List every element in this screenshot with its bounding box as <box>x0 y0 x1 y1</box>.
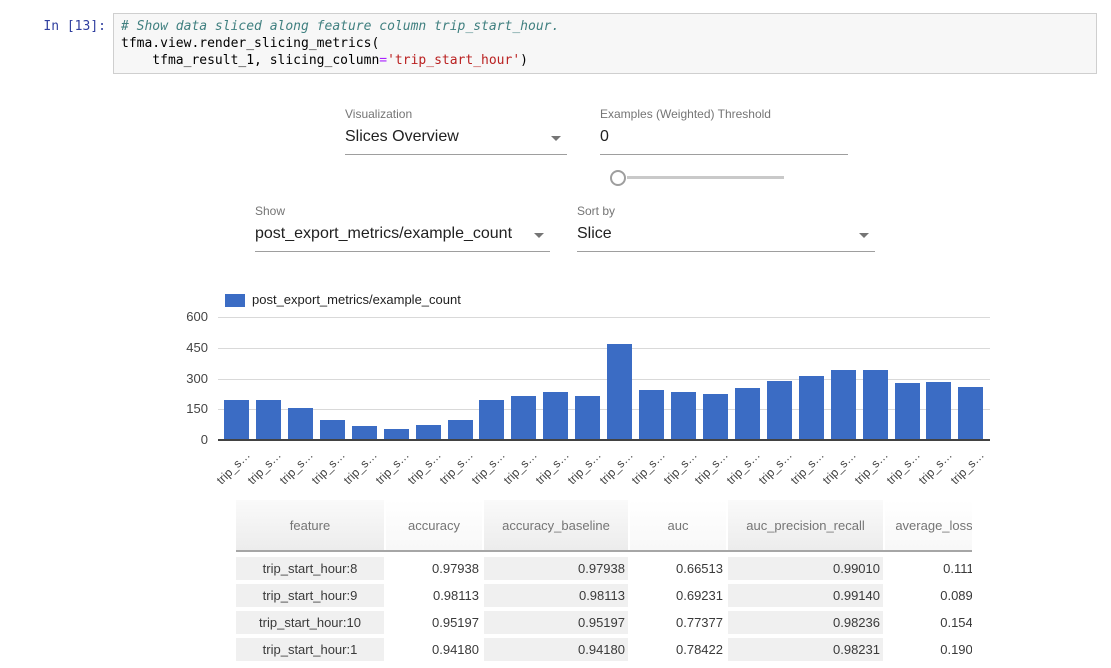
bar[interactable] <box>639 390 664 439</box>
bar[interactable] <box>288 408 313 439</box>
metric-cell: 0.66513 <box>630 557 726 580</box>
y-tick-label: 600 <box>158 309 208 324</box>
table-row: trip_start_hour:90.981130.981130.692310.… <box>236 584 972 607</box>
bar[interactable] <box>511 396 536 439</box>
bar[interactable] <box>926 382 951 439</box>
bar[interactable] <box>320 420 345 439</box>
bar[interactable] <box>416 425 441 439</box>
metric-cell: 0.1541 <box>885 611 972 634</box>
table-header-cell[interactable]: accuracy <box>386 500 482 550</box>
bar[interactable] <box>384 429 409 439</box>
metric-cell: 0.98113 <box>484 584 628 607</box>
bar[interactable] <box>352 426 377 439</box>
metric-cell: 0.98113 <box>386 584 482 607</box>
bar[interactable] <box>735 388 760 439</box>
metrics-table: featureaccuracyaccuracy_baselineaucauc_p… <box>236 500 972 668</box>
bar[interactable] <box>799 376 824 439</box>
y-tick-label: 450 <box>158 340 208 355</box>
table-header-cell[interactable]: average_loss <box>885 500 972 550</box>
metric-cell: 0.94180 <box>386 638 482 661</box>
legend-label: post_export_metrics/example_count <box>252 292 461 307</box>
table-row: trip_start_hour:10.941800.941800.784220.… <box>236 638 972 661</box>
slices-overview-chart: post_export_metrics/example_count 0 150 30… <box>0 0 1111 500</box>
bar[interactable] <box>256 400 281 439</box>
table-row: trip_start_hour:80.979380.979380.665130.… <box>236 557 972 580</box>
gridline <box>218 348 990 349</box>
feature-cell: trip_start_hour:10 <box>236 611 384 634</box>
legend-swatch <box>225 294 245 307</box>
bar[interactable] <box>863 370 888 439</box>
bar[interactable] <box>448 420 473 439</box>
feature-cell: trip_start_hour:1 <box>236 638 384 661</box>
bar[interactable] <box>703 394 728 439</box>
gridline <box>218 317 990 318</box>
metric-cell: 0.0892 <box>885 584 972 607</box>
bar[interactable] <box>607 344 632 439</box>
bar[interactable] <box>671 392 696 439</box>
bar[interactable] <box>958 387 983 439</box>
table-header-cell[interactable]: feature <box>236 500 384 550</box>
table-header-cell[interactable]: accuracy_baseline <box>484 500 628 550</box>
metric-cell: 0.1901 <box>885 638 972 661</box>
y-tick-label: 150 <box>158 401 208 416</box>
bar[interactable] <box>479 400 504 439</box>
metric-cell: 0.69231 <box>630 584 726 607</box>
y-tick-label: 300 <box>158 371 208 386</box>
bar[interactable] <box>575 396 600 439</box>
table-header-row: featureaccuracyaccuracy_baselineaucauc_p… <box>236 500 972 552</box>
metric-cell: 0.97938 <box>484 557 628 580</box>
x-axis-line <box>218 439 990 441</box>
metric-cell: 0.1111 <box>885 557 972 580</box>
metric-cell: 0.94180 <box>484 638 628 661</box>
metric-cell: 0.99010 <box>728 557 883 580</box>
metric-cell: 0.95197 <box>386 611 482 634</box>
bar[interactable] <box>831 370 856 439</box>
metric-cell: 0.78422 <box>630 638 726 661</box>
metric-cell: 0.99140 <box>728 584 883 607</box>
metric-cell: 0.98231 <box>728 638 883 661</box>
table-header-cell[interactable]: auc_precision_recall <box>728 500 883 550</box>
feature-cell: trip_start_hour:9 <box>236 584 384 607</box>
bar[interactable] <box>543 392 568 439</box>
bar[interactable] <box>767 381 792 439</box>
metric-cell: 0.95197 <box>484 611 628 634</box>
feature-cell: trip_start_hour:8 <box>236 557 384 580</box>
metric-cell: 0.77377 <box>630 611 726 634</box>
metric-cell: 0.98236 <box>728 611 883 634</box>
bar[interactable] <box>224 400 249 439</box>
table-row: trip_start_hour:100.951970.951970.773770… <box>236 611 972 634</box>
bar[interactable] <box>895 383 920 439</box>
metric-cell: 0.97938 <box>386 557 482 580</box>
table-header-cell[interactable]: auc <box>630 500 726 550</box>
y-tick-label: 0 <box>158 432 208 447</box>
